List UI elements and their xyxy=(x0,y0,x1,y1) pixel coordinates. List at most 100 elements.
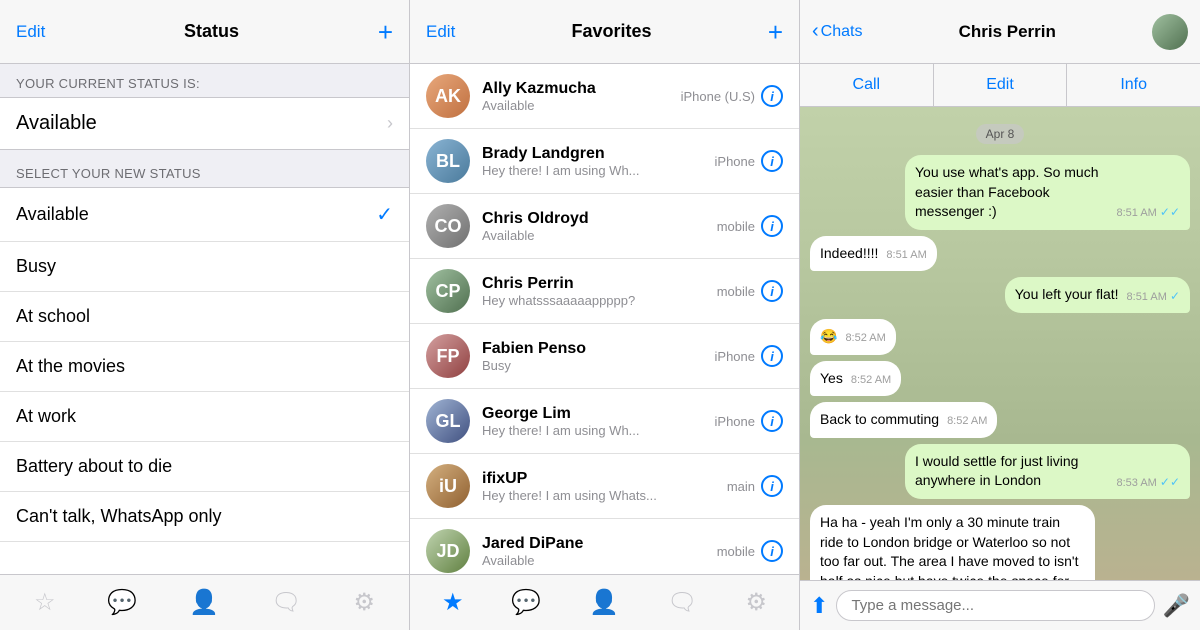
message-content: Indeed!!!! 8:51 AM xyxy=(820,244,927,264)
contact-info-button[interactable]: i xyxy=(761,410,783,432)
back-button[interactable]: ‹ Chats xyxy=(812,20,862,43)
contact-info: Jared DiPane Available xyxy=(482,535,705,568)
contact-right: iPhone i xyxy=(715,150,783,172)
contact-status: Hey there! I am using Whats... xyxy=(482,488,715,503)
contact-item[interactable]: FP Fabien Penso Busy iPhone i xyxy=(410,324,799,389)
contact-avatar: AK xyxy=(426,74,470,118)
chevron-right-icon: › xyxy=(387,113,393,134)
contact-status: Available xyxy=(482,553,705,568)
chat-contact-avatar[interactable] xyxy=(1152,14,1188,50)
contact-item[interactable]: BL Brady Landgren Hey there! I am using … xyxy=(410,129,799,194)
contact-info: George Lim Hey there! I am using Wh... xyxy=(482,405,703,438)
tab-settings-mid[interactable]: ⚙ xyxy=(745,588,767,617)
contact-info-button[interactable]: i xyxy=(761,475,783,497)
message-content: Ha ha - yeah I'm only a 30 minute train … xyxy=(820,513,1085,580)
favorites-add-button[interactable]: + xyxy=(768,19,783,45)
message-row: 😂 8:52 AM xyxy=(810,319,1190,355)
contact-avatar: CO xyxy=(426,204,470,248)
edit-button[interactable]: Edit xyxy=(934,64,1068,106)
tab-groups[interactable]: 🗨 xyxy=(271,588,301,617)
tab-contacts[interactable]: 👤 xyxy=(189,588,219,617)
contact-name: Ally Kazmucha xyxy=(482,80,669,98)
message-row: I would settle for just living anywhere … xyxy=(810,444,1190,499)
contact-avatar: CP xyxy=(426,269,470,313)
status-item[interactable]: At work xyxy=(0,392,409,442)
contact-avatar: FP xyxy=(426,334,470,378)
tab-chats-mid[interactable]: 💬 xyxy=(511,588,541,617)
contact-avatar: GL xyxy=(426,399,470,443)
mid-tab-bar: ★ 💬 👤 🗨 ⚙ xyxy=(410,574,799,630)
current-status-cell[interactable]: Available › xyxy=(0,97,409,150)
message-content: Back to commuting 8:52 AM xyxy=(820,410,987,430)
contact-info-button[interactable]: i xyxy=(761,215,783,237)
contact-name: Chris Oldroyd xyxy=(482,210,705,228)
tab-groups-mid[interactable]: 🗨 xyxy=(667,588,697,617)
attach-icon[interactable]: ⬆ xyxy=(810,593,828,619)
contact-info-button[interactable]: i xyxy=(761,540,783,562)
message-content: 😂 8:52 AM xyxy=(820,327,886,347)
tick-icon: ✓✓ xyxy=(1160,475,1180,489)
status-item-label: At the movies xyxy=(16,356,125,377)
tab-chats[interactable]: 💬 xyxy=(107,588,137,617)
contact-status: Available xyxy=(482,228,705,243)
status-item[interactable]: At school xyxy=(0,292,409,342)
tab-settings[interactable]: ⚙ xyxy=(353,588,375,617)
contact-info: ifixUP Hey there! I am using Whats... xyxy=(482,470,715,503)
message-row: Back to commuting 8:52 AM xyxy=(810,402,1190,438)
contact-avatar: JD xyxy=(426,529,470,573)
status-item[interactable]: At the movies xyxy=(0,342,409,392)
status-item[interactable]: Battery about to die xyxy=(0,442,409,492)
message-bubble: Yes 8:52 AM xyxy=(810,361,901,397)
contact-info: Brady Landgren Hey there! I am using Wh.… xyxy=(482,145,703,178)
status-item-label: At school xyxy=(16,306,90,327)
contact-device: mobile xyxy=(717,219,755,234)
contact-item[interactable]: GL George Lim Hey there! I am using Wh..… xyxy=(410,389,799,454)
message-bubble: I would settle for just living anywhere … xyxy=(905,444,1190,499)
status-add-button[interactable]: + xyxy=(378,19,393,45)
message-bubble: Ha ha - yeah I'm only a 30 minute train … xyxy=(810,505,1095,580)
status-edit-button[interactable]: Edit xyxy=(16,22,45,42)
tab-favorites-mid[interactable]: ★ xyxy=(442,588,464,617)
mic-icon[interactable]: 🎤 xyxy=(1163,593,1190,619)
status-list: Available ✓ Busy At school At the movies… xyxy=(0,187,409,574)
contact-info: Chris Oldroyd Available xyxy=(482,210,705,243)
message-time: 8:52 AM xyxy=(851,373,891,388)
contact-info: Ally Kazmucha Available xyxy=(482,80,669,113)
status-item[interactable]: Can't talk, WhatsApp only xyxy=(0,492,409,542)
contact-item[interactable]: CO Chris Oldroyd Available mobile i xyxy=(410,194,799,259)
status-panel: Edit Status + YOUR CURRENT STATUS IS: Av… xyxy=(0,0,410,630)
contact-item[interactable]: CP Chris Perrin Hey whatsssaaaaappppp? m… xyxy=(410,259,799,324)
contact-item[interactable]: AK Ally Kazmucha Available iPhone (U.S) … xyxy=(410,64,799,129)
call-button[interactable]: Call xyxy=(800,64,934,106)
chat-input[interactable] xyxy=(836,590,1154,621)
contact-info-button[interactable]: i xyxy=(761,345,783,367)
favorites-panel: Edit Favorites + AK Ally Kazmucha Availa… xyxy=(410,0,800,630)
message-text: Indeed!!!! xyxy=(820,244,878,264)
message-time: 8:52 AM xyxy=(947,414,987,429)
info-button[interactable]: Info xyxy=(1067,64,1200,106)
message-time: 8:52 AM xyxy=(845,331,885,346)
status-item-label: Can't talk, WhatsApp only xyxy=(16,506,222,527)
chat-nav-bar: ‹ Chats Chris Perrin xyxy=(800,0,1200,64)
status-item-label: Busy xyxy=(16,256,56,277)
contact-device: main xyxy=(727,479,755,494)
message-text: You left your flat! xyxy=(1015,285,1119,305)
contact-item[interactable]: JD Jared DiPane Available mobile i xyxy=(410,519,799,574)
tab-favorites[interactable]: ☆ xyxy=(34,588,56,617)
favorites-title: Favorites xyxy=(572,21,652,42)
message-bubble: You left your flat! 8:51 AM ✓ xyxy=(1005,277,1190,313)
contact-item[interactable]: iU ifixUP Hey there! I am using Whats...… xyxy=(410,454,799,519)
status-item[interactable]: Busy xyxy=(0,242,409,292)
contact-info-button[interactable]: i xyxy=(761,150,783,172)
contact-right: main i xyxy=(727,475,783,497)
tab-contacts-mid[interactable]: 👤 xyxy=(589,588,619,617)
contact-info-button[interactable]: i xyxy=(761,85,783,107)
message-row: Ha ha - yeah I'm only a 30 minute train … xyxy=(810,505,1190,580)
favorites-edit-button[interactable]: Edit xyxy=(426,22,455,42)
contact-right: iPhone i xyxy=(715,345,783,367)
message-content: You left your flat! 8:51 AM ✓ xyxy=(1015,285,1180,305)
contact-info-button[interactable]: i xyxy=(761,280,783,302)
message-text: Back to commuting xyxy=(820,410,939,430)
status-item[interactable]: Available ✓ xyxy=(0,188,409,242)
contact-name: Fabien Penso xyxy=(482,340,703,358)
